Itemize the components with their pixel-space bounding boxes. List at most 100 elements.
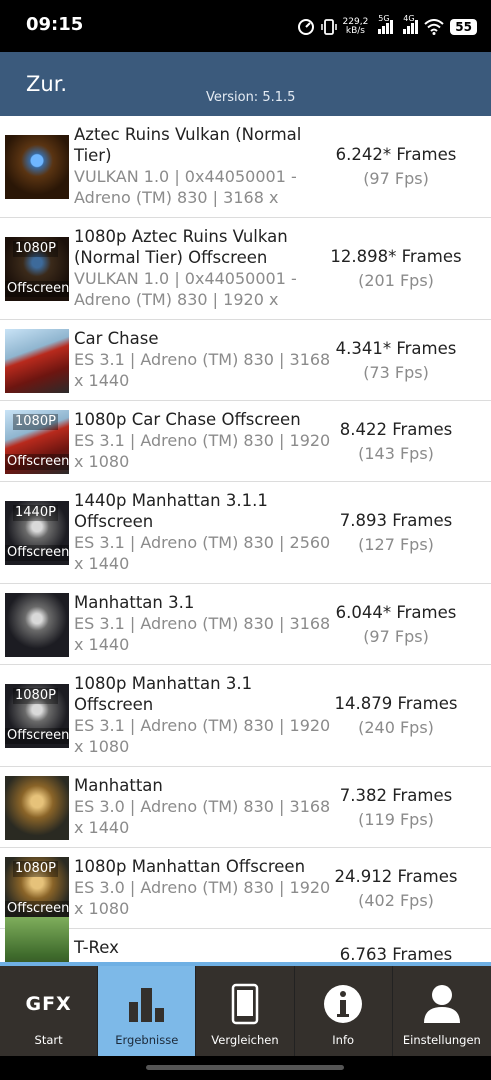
fps-value: (97 Fps) xyxy=(363,169,429,188)
frames-value: 12.898* Frames xyxy=(330,247,462,266)
status-bar: 09:15 229,2 kB/s 5G 4G 55 xyxy=(0,0,491,52)
bottom-navigation: GFX Start Ergebnisse Vergleichen Info Ei… xyxy=(0,966,491,1056)
app-header: Zur. Version: 5.1.5 xyxy=(0,52,491,116)
frames-value: 7.382 Frames xyxy=(339,786,453,805)
nav-label: Einstellungen xyxy=(402,1033,481,1047)
benchmark-thumbnail: 1440P Offscreen xyxy=(5,501,69,565)
benchmark-name: Manhattan xyxy=(74,776,163,795)
nav-label: Start xyxy=(34,1033,63,1047)
benchmark-thumbnail xyxy=(5,917,69,962)
benchmark-thumbnail xyxy=(5,776,69,840)
result-score: 4.341* Frames (73 Fps) xyxy=(321,337,471,385)
frames-value: 24.912 Frames xyxy=(334,867,458,886)
offscreen-tag: Offscreen xyxy=(5,728,69,744)
result-score: 6.242* Frames (97 Fps) xyxy=(321,143,471,191)
bar-chart-icon xyxy=(128,988,164,1022)
result-description: Manhattan 3.1 ES 3.1 | Adreno (TM) 830 | … xyxy=(74,592,336,655)
benchmark-name: 1080p Car Chase Offscreen xyxy=(74,410,301,429)
result-description: 1080p Aztec Ruins Vulkan (Normal Tier) O… xyxy=(74,226,336,310)
result-score: 7.382 Frames (119 Fps) xyxy=(321,784,471,832)
fps-value: (143 Fps) xyxy=(358,444,434,463)
version-label: Version: 5.1.5 xyxy=(206,90,296,105)
result-score: 14.879 Frames (240 Fps) xyxy=(321,692,471,740)
nav-einstellungen[interactable]: Einstellungen xyxy=(393,966,491,1056)
benchmark-spec: ES 3.0 | Adreno (TM) 830 | 3168 x 1440 xyxy=(74,797,331,837)
frames-value: 6.044* Frames xyxy=(335,603,457,622)
resolution-tag: 1080P xyxy=(13,861,58,877)
home-indicator xyxy=(0,1056,491,1080)
benchmark-name: 1080p Manhattan Offscreen xyxy=(74,857,306,876)
user-icon xyxy=(423,985,460,1023)
result-description: Aztec Ruins Vulkan (Normal Tier) VULKAN 1… xyxy=(74,124,336,208)
nav-label: Vergleichen xyxy=(211,1033,279,1047)
resolution-tag: 1080P xyxy=(13,688,58,704)
benchmark-spec: VULKAN 1.0 | 0x44050001 - Adreno (TM) 83… xyxy=(74,269,297,309)
nav-info[interactable]: Info xyxy=(295,966,393,1056)
result-score: 12.898* Frames (201 Fps) xyxy=(321,245,471,293)
result-row[interactable]: Manhattan ES 3.0 | Adreno (TM) 830 | 3168… xyxy=(0,767,491,848)
result-description: 1080p Manhattan 3.1 Offscreen ES 3.1 | Ad… xyxy=(74,673,336,757)
result-row[interactable]: Manhattan 3.1 ES 3.1 | Adreno (TM) 830 | … xyxy=(0,584,491,665)
fps-value: (402 Fps) xyxy=(358,891,434,910)
result-score: 24.912 Frames (402 Fps) xyxy=(321,865,471,913)
result-score: 6.763 Frames xyxy=(321,943,471,962)
resolution-tag: 1080P xyxy=(13,241,58,257)
fps-value: (73 Fps) xyxy=(363,363,429,382)
result-row[interactable]: Aztec Ruins Vulkan (Normal Tier) VULKAN 1… xyxy=(0,116,491,218)
frames-value: 6.242* Frames xyxy=(335,145,457,164)
result-row[interactable]: T-Rex 6.763 Frames xyxy=(0,917,491,962)
benchmark-name: 1080p Manhattan 3.1 Offscreen xyxy=(74,674,253,714)
nav-label: Ergebnisse xyxy=(115,1033,179,1047)
benchmark-spec: VULKAN 1.0 | 0x44050001 - Adreno (TM) 83… xyxy=(74,167,297,207)
phone-icon xyxy=(231,983,259,1025)
result-description: Car Chase ES 3.1 | Adreno (TM) 830 | 3168… xyxy=(74,328,336,391)
result-row[interactable]: 1080P Offscreen 1080p Manhattan 3.1 Offscr… xyxy=(0,665,491,767)
offscreen-tag: Offscreen xyxy=(5,281,69,297)
benchmark-spec: ES 3.1 | Adreno (TM) 830 | 3168 x 1440 xyxy=(74,614,331,654)
benchmark-spec: ES 3.0 | Adreno (TM) 830 | 1920 x 1080 xyxy=(74,878,331,918)
wifi-icon xyxy=(424,19,444,35)
signal-icon-2: 4G xyxy=(403,14,419,34)
result-description: 1080p Manhattan Offscreen ES 3.0 | Adreno… xyxy=(74,856,336,919)
fps-value: (201 Fps) xyxy=(358,271,434,290)
benchmark-name: T-Rex xyxy=(74,938,119,957)
benchmark-thumbnail xyxy=(5,593,69,657)
signal-icon: 5G xyxy=(378,14,394,34)
results-list[interactable]: Aztec Ruins Vulkan (Normal Tier) VULKAN 1… xyxy=(0,116,491,962)
frames-value: 14.879 Frames xyxy=(334,694,458,713)
result-row[interactable]: 1080P Offscreen 1080p Car Chase Offscreen E… xyxy=(0,401,491,482)
benchmark-thumbnail: 1080P Offscreen xyxy=(5,237,69,301)
fps-value: (240 Fps) xyxy=(358,718,434,737)
speedometer-icon xyxy=(297,19,314,35)
result-description: Manhattan ES 3.0 | Adreno (TM) 830 | 3168… xyxy=(74,775,336,838)
fps-value: (97 Fps) xyxy=(363,627,429,646)
benchmark-name: 1080p Aztec Ruins Vulkan (Normal Tier) O… xyxy=(74,227,288,267)
benchmark-spec: ES 3.1 | Adreno (TM) 830 | 3168 x 1440 xyxy=(74,350,331,390)
frames-value: 7.893 Frames xyxy=(339,511,453,530)
nav-start[interactable]: GFX Start xyxy=(0,966,99,1056)
nav-vergleichen[interactable]: Vergleichen xyxy=(196,966,295,1056)
nav-ergebnisse[interactable]: Ergebnisse xyxy=(98,966,197,1056)
network-speed: 229,2 kB/s xyxy=(342,17,369,36)
result-score: 7.893 Frames (127 Fps) xyxy=(321,509,471,557)
result-description: 1440p Manhattan 3.1.1 Offscreen ES 3.1 | … xyxy=(74,490,336,574)
nav-label: Info xyxy=(332,1033,355,1047)
benchmark-name: Manhattan 3.1 xyxy=(74,593,195,612)
frames-value: 8.422 Frames xyxy=(339,420,453,439)
result-row[interactable]: 1440P Offscreen 1440p Manhattan 3.1.1 Offs… xyxy=(0,482,491,584)
benchmark-spec: ES 3.1 | Adreno (TM) 830 | 1920 x 1080 xyxy=(74,716,331,756)
benchmark-name: Aztec Ruins Vulkan (Normal Tier) xyxy=(74,125,302,165)
back-button[interactable]: Zur. xyxy=(26,72,67,96)
result-row[interactable]: 1080P Offscreen 1080p Manhattan Offscreen E… xyxy=(0,848,491,929)
benchmark-thumbnail: 1080P Offscreen xyxy=(5,857,69,921)
offscreen-tag: Offscreen xyxy=(5,545,69,561)
offscreen-tag: Offscreen xyxy=(5,454,69,470)
benchmark-spec: ES 3.1 | Adreno (TM) 830 | 2560 x 1440 xyxy=(74,533,331,573)
benchmark-thumbnail: 1080P Offscreen xyxy=(5,410,69,474)
resolution-tag: 1080P xyxy=(13,414,58,430)
result-row[interactable]: 1080P Offscreen 1080p Aztec Ruins Vulkan (… xyxy=(0,218,491,320)
benchmark-name: 1440p Manhattan 3.1.1 Offscreen xyxy=(74,491,268,531)
result-row[interactable]: Car Chase ES 3.1 | Adreno (TM) 830 | 3168… xyxy=(0,320,491,401)
resolution-tag: 1440P xyxy=(13,505,58,521)
benchmark-thumbnail xyxy=(5,135,69,199)
